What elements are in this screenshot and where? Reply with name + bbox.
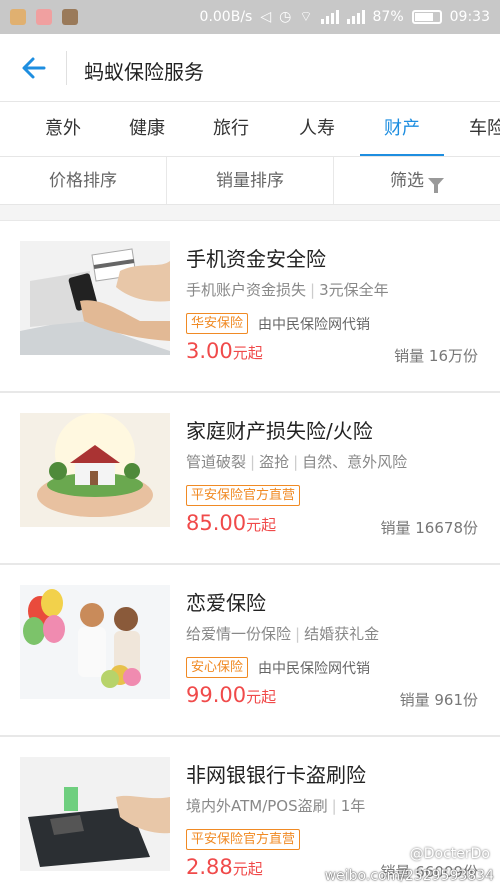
watermark-url: weibo.com/2529593834 — [324, 868, 494, 884]
sales-count: 销量 961份 — [399, 691, 478, 709]
product-tag-row: 华安保险 由中民保险网代销 — [186, 313, 370, 334]
product-image-pos-terminal — [20, 757, 170, 871]
price-value: 99.00 — [186, 683, 247, 707]
sort-bar: 价格排序 销量排序 筛选 — [0, 157, 500, 205]
product-desc-part: 境内外ATM/POS盗刷 — [186, 797, 328, 815]
battery-percent: 87% — [372, 9, 404, 25]
app-header: 蚂蚁保险服务 — [0, 34, 500, 102]
product-desc-part: 管道破裂 — [186, 453, 247, 471]
tab-health[interactable]: 健康 — [105, 102, 189, 156]
tab-auto[interactable]: 车险 — [447, 102, 500, 156]
desc-separator: | — [331, 797, 337, 815]
product-card[interactable]: 恋爱保险 给爱情一份保险 | 结婚获礼金 安心保险 由中民保险网代销 99.00元起… — [0, 564, 500, 736]
signal-icon — [320, 10, 339, 24]
product-desc-part: 盗抢 — [259, 453, 290, 471]
price-unit: 元起 — [232, 344, 263, 362]
product-price: 3.00元起 — [186, 339, 263, 363]
sales-count: 销量 16万份 — [394, 347, 478, 365]
product-tag-row: 平安保险官方直营 — [186, 485, 301, 506]
product-desc-part: 手机账户资金损失 — [186, 281, 307, 299]
filter-button[interactable]: 筛选 — [333, 157, 500, 204]
product-name: 家庭财产损失险/火险 — [186, 419, 373, 443]
product-desc-part: 给爱情一份保险 — [186, 625, 292, 643]
product-desc-part: 自然、意外风险 — [302, 453, 408, 471]
price-value: 85.00 — [186, 511, 247, 535]
back-arrow-icon[interactable] — [18, 52, 50, 84]
insurer-badge: 平安保险官方直营 — [186, 829, 301, 850]
insurer-badge: 华安保险 — [186, 313, 249, 334]
price-value: 3.00 — [186, 339, 233, 363]
seller-text: 由中民保险网代销 — [258, 316, 371, 333]
desc-separator: | — [295, 625, 301, 643]
product-desc: 管道破裂 | 盗抢 | 自然、意外风险 — [186, 451, 407, 472]
product-image-couple-balloons — [20, 585, 170, 699]
sales-sort-label: 销量排序 — [216, 171, 284, 191]
sales-sort-button[interactable]: 销量排序 — [166, 157, 333, 204]
product-price: 2.88元起 — [186, 855, 263, 879]
product-desc: 手机账户资金损失 | 3元保全年 — [186, 279, 389, 300]
product-image-house-in-hands — [20, 413, 170, 527]
product-desc-part: 结婚获礼金 — [304, 625, 380, 643]
watermark-handle: @DocterDo — [409, 846, 490, 862]
battery-icon — [411, 10, 442, 24]
insurer-badge: 安心保险 — [186, 657, 249, 678]
product-name: 恋爱保险 — [186, 591, 266, 615]
product-desc-part: 1年 — [340, 797, 366, 815]
product-tag-row: 安心保险 由中民保险网代销 — [186, 657, 370, 678]
product-name: 手机资金安全险 — [186, 247, 326, 271]
sales-count: 销量 16678份 — [380, 519, 479, 537]
network-speed: 0.00B/s — [199, 9, 253, 25]
filter-funnel-icon — [428, 178, 444, 193]
product-price: 85.00元起 — [186, 511, 276, 535]
filter-label: 筛选 — [390, 171, 424, 191]
header-divider — [66, 51, 67, 85]
wifi-icon: ⌔ — [299, 9, 313, 25]
mute-icon: ◁ — [260, 9, 272, 25]
price-sort-label: 价格排序 — [49, 171, 117, 191]
desc-separator: | — [293, 453, 299, 471]
insurer-badge: 平安保险官方直营 — [186, 485, 301, 506]
product-desc: 境内外ATM/POS盗刷 | 1年 — [186, 795, 365, 816]
product-desc: 给爱情一份保险 | 结婚获礼金 — [186, 623, 379, 644]
alarm-icon: ◷ — [279, 9, 292, 25]
app-notification-icon — [62, 9, 78, 25]
product-tag-row: 平安保险官方直营 — [186, 829, 301, 850]
product-desc-part: 3元保全年 — [319, 281, 389, 299]
price-unit: 元起 — [232, 860, 263, 878]
category-tabs: 意外 健康 旅行 人寿 财产 车险 — [0, 102, 500, 157]
tab-travel[interactable]: 旅行 — [189, 102, 273, 156]
desc-separator: | — [310, 281, 316, 299]
product-name: 非网银银行卡盗刷险 — [186, 763, 366, 787]
product-image-phone-card — [20, 241, 170, 355]
notification-icons — [10, 9, 78, 25]
product-price: 99.00元起 — [186, 683, 276, 707]
seller-text: 由中民保险网代销 — [258, 660, 371, 677]
tab-property[interactable]: 财产 — [360, 102, 444, 156]
product-card[interactable]: 非网银银行卡盗刷险 境内外ATM/POS盗刷 | 1年 平安保险官方直营 2.88元… — [0, 736, 500, 888]
product-card[interactable]: 家庭财产损失险/火险 管道破裂 | 盗抢 | 自然、意外风险 平安保险官方直营 85.0… — [0, 392, 500, 564]
signal-icon — [346, 10, 365, 24]
page-title: 蚂蚁保险服务 — [84, 60, 204, 84]
price-unit: 元起 — [246, 688, 277, 706]
product-card[interactable]: 手机资金安全险 手机账户资金损失 | 3元保全年 华安保险 由中民保险网代销 3.0… — [0, 220, 500, 392]
desc-separator: | — [250, 453, 256, 471]
clock: 09:33 — [449, 9, 490, 25]
tab-life[interactable]: 人寿 — [275, 102, 359, 156]
status-bar: 0.00B/s ◁ ◷ ⌔ 87% 09:33 — [0, 0, 500, 34]
price-sort-button[interactable]: 价格排序 — [0, 157, 166, 204]
app-notification-icon — [36, 9, 52, 25]
price-unit: 元起 — [246, 516, 277, 534]
tab-accident[interactable]: 意外 — [21, 102, 105, 156]
app-notification-icon — [10, 9, 26, 25]
price-value: 2.88 — [186, 855, 233, 879]
